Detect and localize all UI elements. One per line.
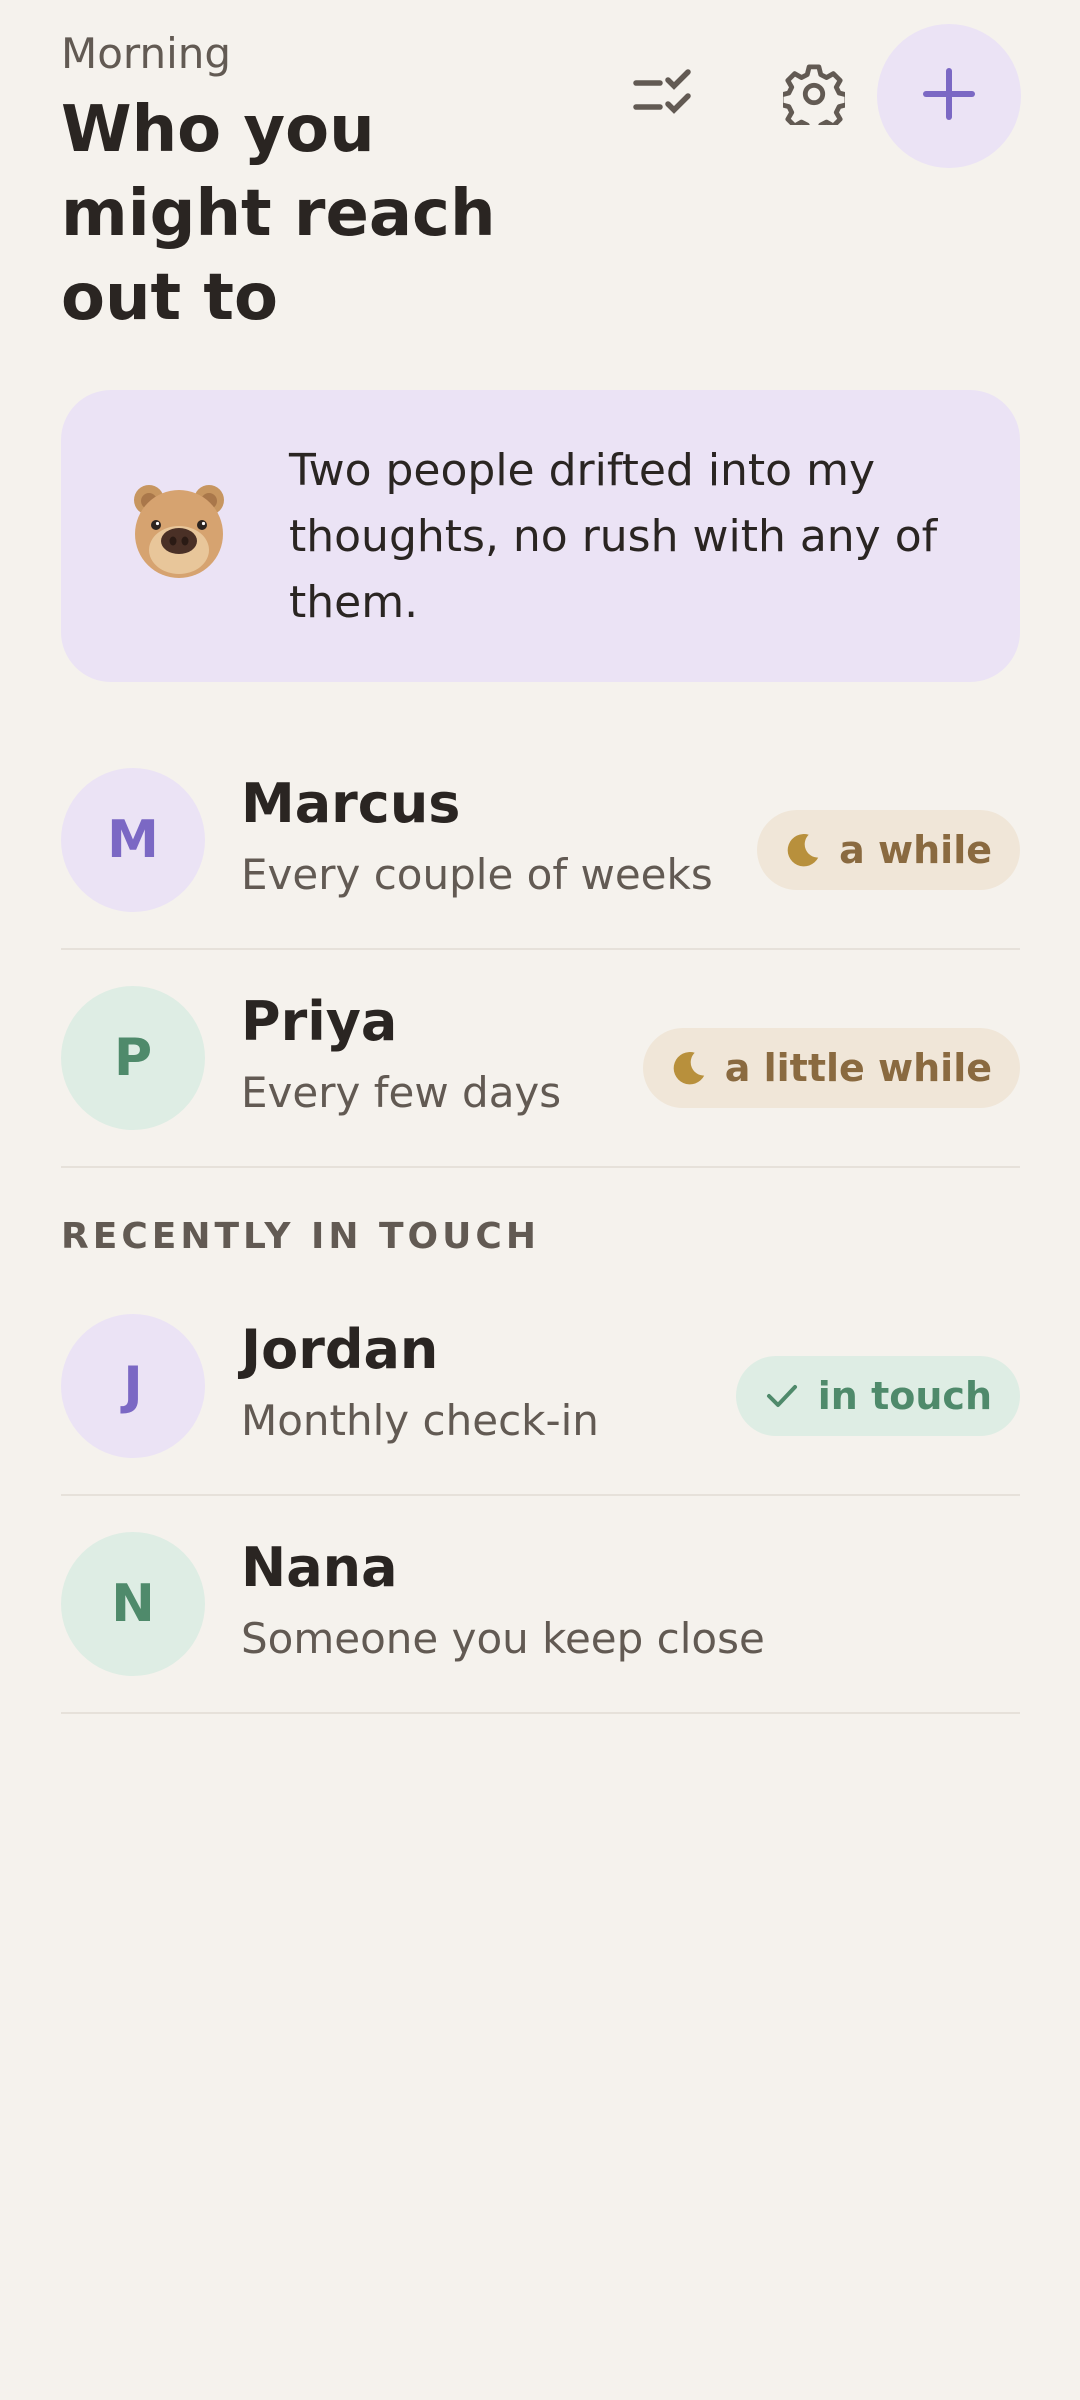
- contact-cadence: Someone you keep close: [241, 1614, 765, 1663]
- header: Morning Who you might reach out to: [61, 24, 1021, 348]
- contact-name: Nana: [241, 1536, 398, 1599]
- check-icon: [762, 1376, 802, 1416]
- section-label-recent: RECENTLY IN TOUCH: [61, 1216, 540, 1257]
- contact-row-jordan[interactable]: J Jordan Monthly check-in in touch: [61, 1278, 1020, 1496]
- avatar: J: [61, 1314, 205, 1458]
- contact-row-marcus[interactable]: M Marcus Every couple of weeks a while: [61, 732, 1020, 950]
- bear-note-text: Two people drifted into my thoughts, no …: [289, 445, 938, 628]
- status-label: a little while: [724, 1046, 992, 1090]
- status-label: a while: [839, 828, 992, 872]
- status-badge: in touch: [735, 1356, 1020, 1436]
- avatar: M: [61, 768, 205, 912]
- settings-button[interactable]: [759, 28, 869, 164]
- plus-icon: [923, 68, 975, 124]
- contact-cadence: Every couple of weeks: [241, 850, 713, 899]
- contact-row-priya[interactable]: P Priya Every few days a little while: [61, 950, 1020, 1168]
- contact-cadence: Every few days: [241, 1068, 562, 1117]
- bear-icon: [129, 480, 229, 580]
- status-badge: a little while: [642, 1028, 1020, 1108]
- bear-note-card: Two people drifted into my thoughts, no …: [61, 390, 1020, 682]
- recent-contacts-list: J Jordan Monthly check-in in touch N Nan…: [61, 1278, 1020, 1714]
- avatar: P: [61, 986, 205, 1130]
- greeting: Morning: [61, 29, 232, 78]
- checklist-icon: [632, 69, 696, 123]
- status-badge: a while: [757, 810, 1020, 890]
- moon-icon: [783, 830, 823, 870]
- status-label: in touch: [817, 1374, 992, 1418]
- page-title: Who you might reach out to: [61, 93, 496, 335]
- tasks-button[interactable]: [616, 28, 712, 164]
- contact-name: Marcus: [241, 772, 461, 835]
- gear-icon: [778, 63, 850, 136]
- due-contacts-list: M Marcus Every couple of weeks a while P…: [61, 732, 1020, 1168]
- contact-row-nana[interactable]: N Nana Someone you keep close: [61, 1496, 1020, 1714]
- contact-cadence: Monthly check-in: [241, 1396, 599, 1445]
- avatar: N: [61, 1532, 205, 1676]
- contact-name: Priya: [241, 990, 398, 1053]
- moon-icon: [669, 1048, 709, 1088]
- contact-name: Jordan: [241, 1318, 439, 1381]
- add-button[interactable]: [877, 24, 1021, 168]
